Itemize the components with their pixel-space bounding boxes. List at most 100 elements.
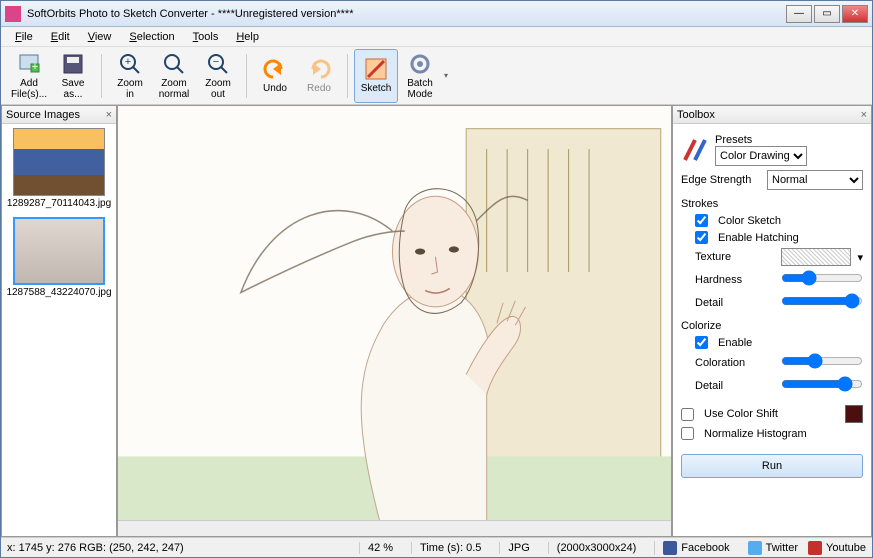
normalize-histogram-checkbox[interactable] [681, 427, 694, 440]
menu-selection[interactable]: Selection [121, 29, 182, 45]
canvas[interactable] [118, 106, 671, 520]
redo-icon [307, 57, 331, 81]
thumbnail-image [13, 128, 105, 196]
menu-file[interactable]: File [7, 29, 41, 45]
panel-close-icon[interactable]: × [106, 109, 112, 121]
youtube-icon [808, 541, 822, 555]
toolbox-panel: Toolbox × Presets Color Drawing Edge Str… [672, 105, 872, 537]
zoom-in-label: Zoomin [117, 78, 143, 100]
minimize-button[interactable]: — [786, 5, 812, 23]
status-zoom: 42 % [359, 542, 401, 554]
window-title: SoftOrbits Photo to Sketch Converter - *… [27, 8, 786, 20]
canvas-area [117, 105, 672, 537]
toolbar-separator [246, 54, 247, 98]
toolbar: + AddFile(s)... Saveas... + Zoomin Zoomn… [1, 47, 872, 105]
maximize-button[interactable]: ▭ [814, 5, 840, 23]
save-icon [61, 52, 85, 76]
horizontal-scrollbar[interactable] [118, 520, 671, 536]
enable-hatching-checkbox[interactable] [695, 231, 708, 244]
twitter-icon [748, 541, 762, 555]
zoom-normal-button[interactable]: Zoomnormal [152, 49, 196, 103]
toolbox-title: Toolbox [677, 109, 715, 121]
close-button[interactable]: ✕ [842, 5, 868, 23]
toolbar-overflow[interactable]: ▾ [442, 71, 450, 80]
run-button[interactable]: Run [681, 454, 863, 478]
undo-label: Undo [263, 83, 287, 94]
social-youtube[interactable]: Youtube [808, 541, 866, 555]
thumbnail-label: 1287588_43224070.jpg [6, 287, 112, 298]
source-images-title: Source Images [6, 109, 80, 121]
detail2-slider[interactable] [781, 376, 863, 392]
coloration-label: Coloration [695, 357, 775, 369]
undo-icon [263, 57, 287, 81]
toolbar-separator [101, 54, 102, 98]
colorize-section-label: Colorize [681, 320, 863, 332]
thumbnail-item[interactable]: 1289287_70114043.jpg [6, 128, 112, 209]
zoom-in-button[interactable]: + Zoomin [108, 49, 152, 103]
color-sketch-checkbox[interactable] [695, 214, 708, 227]
presets-label: Presets [715, 134, 863, 146]
status-format: JPG [499, 542, 537, 554]
detail-slider[interactable] [781, 293, 863, 309]
social-twitter[interactable]: Twitter [748, 541, 798, 555]
status-coords: x: 1745 y: 276 RGB: (250, 242, 247) [7, 542, 184, 554]
svg-text:+: + [125, 56, 131, 68]
hardness-slider[interactable] [781, 270, 863, 286]
menu-view[interactable]: View [80, 29, 120, 45]
enable-hatching-label: Enable Hatching [718, 232, 799, 244]
redo-label: Redo [307, 83, 331, 94]
texture-swatch[interactable] [781, 248, 851, 266]
color-shift-label: Use Color Shift [704, 408, 778, 420]
sketch-button[interactable]: Sketch [354, 49, 398, 103]
thumbnail-label: 1289287_70114043.jpg [6, 198, 112, 209]
social-facebook[interactable]: Facebook [654, 541, 737, 555]
app-icon [5, 6, 21, 22]
edge-strength-select[interactable]: Normal [767, 170, 863, 190]
texture-dropdown-icon[interactable]: ▾ [857, 251, 863, 264]
normalize-histogram-label: Normalize Histogram [704, 428, 807, 440]
menu-file-label: ile [22, 31, 33, 43]
detail2-label: Detail [695, 380, 775, 392]
menubar: File Edit View Selection Tools Help [1, 27, 872, 47]
thumbnail-item[interactable]: 1287588_43224070.jpg [6, 217, 112, 298]
status-time: Time (s): 0.5 [411, 542, 489, 554]
zoom-out-button[interactable]: − Zoomout [196, 49, 240, 103]
sketch-preview [118, 106, 671, 520]
colorize-enable-checkbox[interactable] [695, 336, 708, 349]
zoom-normal-icon [162, 52, 186, 76]
zoom-out-label: Zoomout [205, 78, 231, 100]
zoom-out-icon: − [206, 52, 230, 76]
statusbar: x: 1745 y: 276 RGB: (250, 242, 247) 42 %… [1, 537, 872, 557]
texture-label: Texture [695, 251, 731, 263]
presets-select[interactable]: Color Drawing [715, 146, 807, 166]
zoom-normal-label: Zoomnormal [159, 78, 190, 100]
batch-mode-button[interactable]: BatchMode [398, 49, 442, 103]
colorize-enable-label: Enable [718, 337, 752, 349]
menu-help[interactable]: Help [228, 29, 267, 45]
panel-close-icon[interactable]: × [861, 109, 867, 121]
coloration-slider[interactable] [781, 353, 863, 369]
hardness-label: Hardness [695, 274, 775, 286]
svg-text:−: − [213, 56, 219, 68]
edge-strength-label: Edge Strength [681, 174, 761, 186]
presets-icon [681, 136, 709, 164]
save-as-button[interactable]: Saveas... [51, 49, 95, 103]
color-shift-checkbox[interactable] [681, 408, 694, 421]
thumbnail-image [13, 217, 105, 285]
save-as-label: Saveas... [62, 78, 85, 100]
color-sketch-label: Color Sketch [718, 215, 781, 227]
status-dimensions: (2000x3000x24) [548, 542, 645, 554]
batch-mode-label: BatchMode [407, 78, 433, 100]
add-files-button[interactable]: + AddFile(s)... [7, 49, 51, 103]
add-files-label: AddFile(s)... [11, 78, 47, 100]
redo-button[interactable]: Redo [297, 49, 341, 103]
sketch-icon [364, 57, 388, 81]
undo-button[interactable]: Undo [253, 49, 297, 103]
color-shift-swatch[interactable] [845, 405, 863, 423]
menu-tools[interactable]: Tools [185, 29, 227, 45]
gear-icon [408, 52, 432, 76]
add-files-icon: + [17, 52, 41, 76]
svg-text:+: + [32, 61, 38, 73]
titlebar: SoftOrbits Photo to Sketch Converter - *… [1, 1, 872, 27]
menu-edit[interactable]: Edit [43, 29, 78, 45]
